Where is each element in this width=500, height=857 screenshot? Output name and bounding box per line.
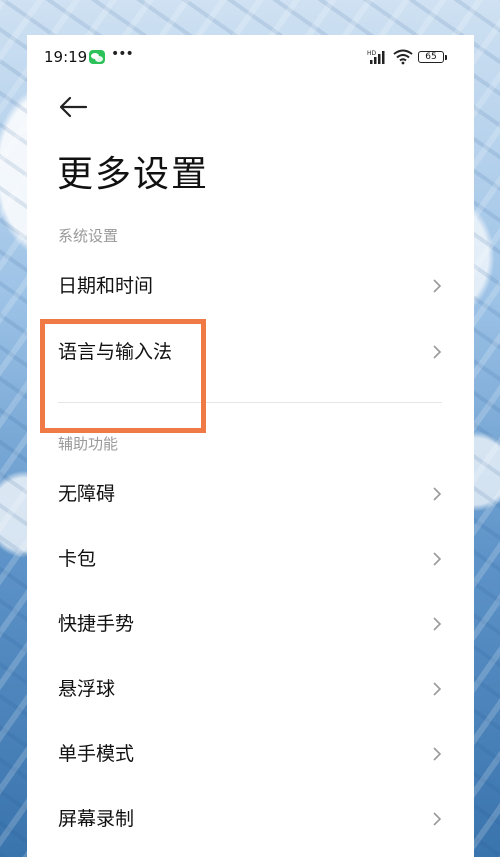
settings-item-screen-recording[interactable]: 屏幕录制 bbox=[27, 788, 474, 850]
settings-item-date-time[interactable]: 日期和时间 bbox=[27, 255, 474, 317]
chevron-right-icon bbox=[433, 617, 442, 631]
section-header-system: 系统设置 bbox=[58, 227, 119, 245]
more-icon: ••• bbox=[111, 46, 134, 62]
settings-item-one-handed-mode[interactable]: 单手模式 bbox=[27, 723, 474, 785]
hd-label: HD bbox=[367, 50, 377, 57]
settings-item-wallet[interactable]: 卡包 bbox=[27, 528, 474, 590]
settings-item-label: 日期和时间 bbox=[58, 275, 154, 297]
page-title: 更多设置 bbox=[57, 154, 210, 195]
battery-icon: 65 bbox=[418, 51, 447, 63]
wifi-icon bbox=[393, 49, 413, 65]
settings-screen: 19:19 ••• HD 65 更多设置 系统设置 日期和时间 语言与输入法 辅… bbox=[27, 35, 474, 857]
settings-item-label: 悬浮球 bbox=[58, 678, 116, 700]
chevron-right-icon bbox=[433, 747, 442, 761]
settings-item-label: 无障碍 bbox=[58, 483, 116, 505]
highlight-annotation-box bbox=[40, 319, 206, 433]
chevron-right-icon bbox=[433, 345, 442, 359]
section-header-accessibility: 辅助功能 bbox=[58, 435, 119, 453]
back-button[interactable] bbox=[57, 93, 89, 121]
arrow-left-icon bbox=[59, 96, 88, 118]
settings-item-gestures[interactable]: 快捷手势 bbox=[27, 593, 474, 655]
settings-item-floating-ball[interactable]: 悬浮球 bbox=[27, 658, 474, 720]
settings-item-label: 单手模式 bbox=[58, 743, 135, 765]
status-bar: 19:19 ••• HD 65 bbox=[27, 35, 474, 79]
chevron-right-icon bbox=[433, 279, 442, 293]
chevron-right-icon bbox=[433, 487, 442, 501]
status-time: 19:19 bbox=[44, 48, 88, 66]
chevron-right-icon bbox=[433, 682, 442, 696]
wechat-icon bbox=[89, 50, 105, 64]
settings-item-label: 屏幕录制 bbox=[58, 808, 135, 830]
signal-icon: HD bbox=[367, 50, 385, 64]
settings-item-label: 卡包 bbox=[58, 548, 97, 570]
chevron-right-icon bbox=[433, 552, 442, 566]
chevron-right-icon bbox=[433, 812, 442, 826]
settings-item-accessibility[interactable]: 无障碍 bbox=[27, 463, 474, 525]
settings-item-label: 快捷手势 bbox=[58, 613, 135, 635]
